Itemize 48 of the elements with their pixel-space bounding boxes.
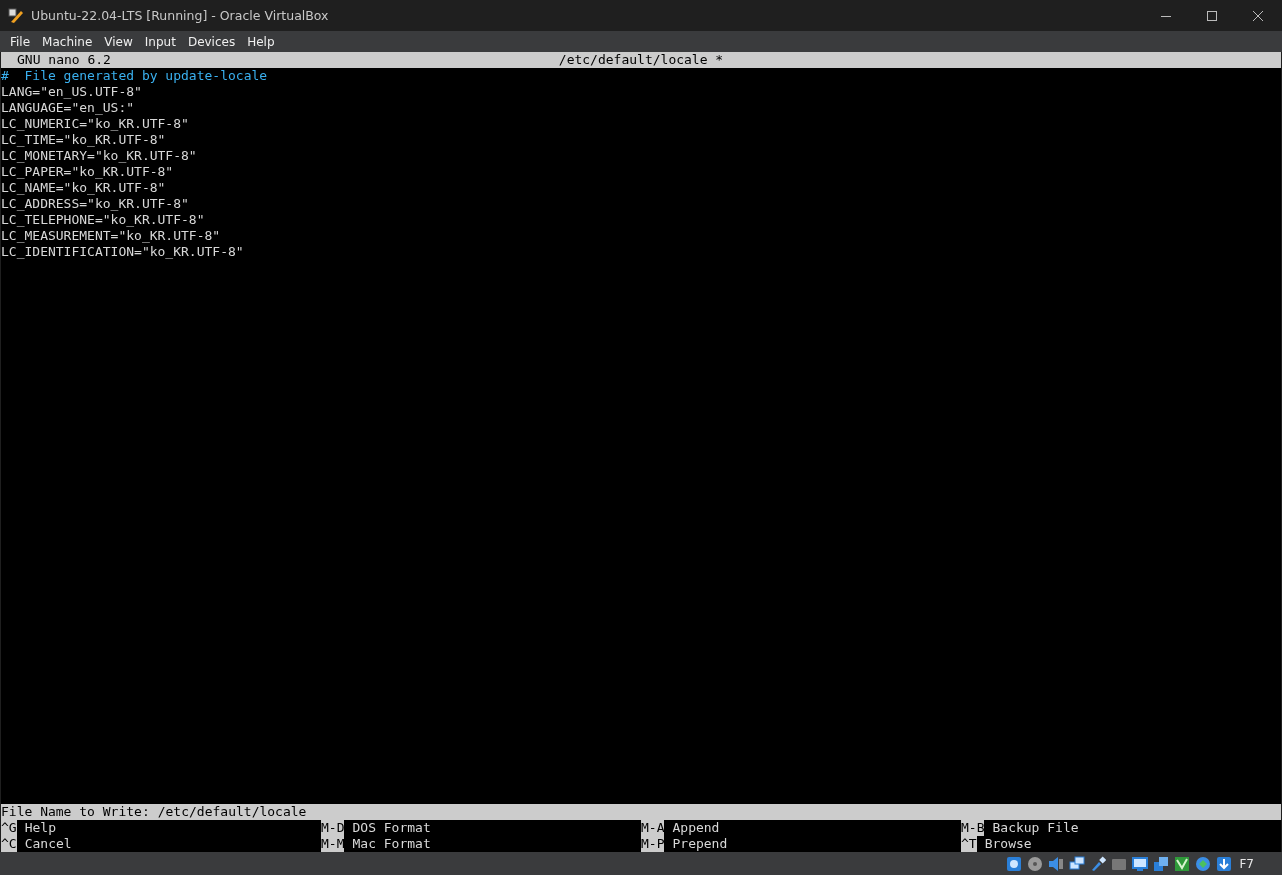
code-line: LC_ADDRESS="ko_KR.UTF-8": [1, 196, 189, 212]
shortcut-label: DOS Format: [352, 820, 431, 836]
shortcut-key: M-A: [641, 820, 665, 836]
code-line: LC_TELEPHONE="ko_KR.UTF-8": [1, 212, 205, 228]
menu-item[interactable]: View: [98, 31, 139, 52]
shortcut-key: ^C: [1, 836, 17, 852]
shortcut-key: M-B: [961, 820, 985, 836]
code-line: LANGUAGE="en_US:": [1, 100, 135, 116]
close-icon[interactable]: [1252, 9, 1264, 22]
optical-disc-icon[interactable]: [1027, 855, 1044, 872]
shortcut-label: Cancel: [24, 836, 72, 852]
monitor-icon[interactable]: [1132, 855, 1149, 872]
code-line: LC_IDENTIFICATION="ko_KR.UTF-8": [1, 244, 244, 260]
maximize-icon[interactable]: [1206, 9, 1218, 22]
prompt-label: File Name to Write:: [1, 804, 150, 820]
code-line: LC_PAPER="ko_KR.UTF-8": [1, 164, 174, 180]
code-line: LC_TIME="ko_KR.UTF-8": [1, 132, 166, 148]
menu-item[interactable]: Machine: [36, 31, 99, 52]
filename-field[interactable]: /etc/default/locale: [149, 804, 1281, 820]
host-key: F7: [1239, 856, 1254, 871]
shortcut-label: Prepend: [672, 836, 728, 852]
menu-item[interactable]: Help: [241, 31, 281, 52]
comment-line: # File generated by update-locale: [1, 68, 268, 84]
file-name: /etc/default/locale *: [558, 52, 724, 68]
download-icon[interactable]: [1216, 855, 1233, 872]
code-line: LC_NAME="ko_KR.UTF-8": [1, 180, 166, 196]
app-icon: [8, 7, 24, 24]
shortcut-key: M-M: [321, 836, 345, 852]
menu-item[interactable]: File: [4, 31, 37, 52]
shortcut-label: Browse: [984, 836, 1032, 852]
shortcut-label: Append: [672, 820, 720, 836]
menu-item[interactable]: Input: [138, 31, 182, 52]
menu-item[interactable]: Devices: [181, 31, 242, 52]
code-line: LC_MONETARY="ko_KR.UTF-8": [1, 148, 197, 164]
code-line: LANG="en_US.UTF-8": [1, 84, 142, 100]
network-icon[interactable]: [1069, 855, 1086, 872]
shortcut-key: M-D: [321, 820, 345, 836]
window-title: Ubuntu-22.04-LTS [Running] - Oracle VirtualBox: [31, 8, 329, 23]
shortcut-key: ^T: [961, 836, 977, 852]
shortcut-key: ^G: [1, 820, 17, 836]
shortcut-label: Backup File: [992, 820, 1079, 836]
shortcut-label: Help: [24, 820, 56, 836]
shortcut-label: Mac Format: [352, 836, 431, 852]
code-line: LC_MEASUREMENT="ko_KR.UTF-8": [1, 228, 221, 244]
windows-icon[interactable]: [1153, 855, 1170, 872]
shortcut-key: M-P: [641, 836, 665, 852]
code-line: LC_NUMERIC="ko_KR.UTF-8": [1, 116, 189, 132]
editor-version: GNU nano 6.2: [17, 52, 111, 67]
